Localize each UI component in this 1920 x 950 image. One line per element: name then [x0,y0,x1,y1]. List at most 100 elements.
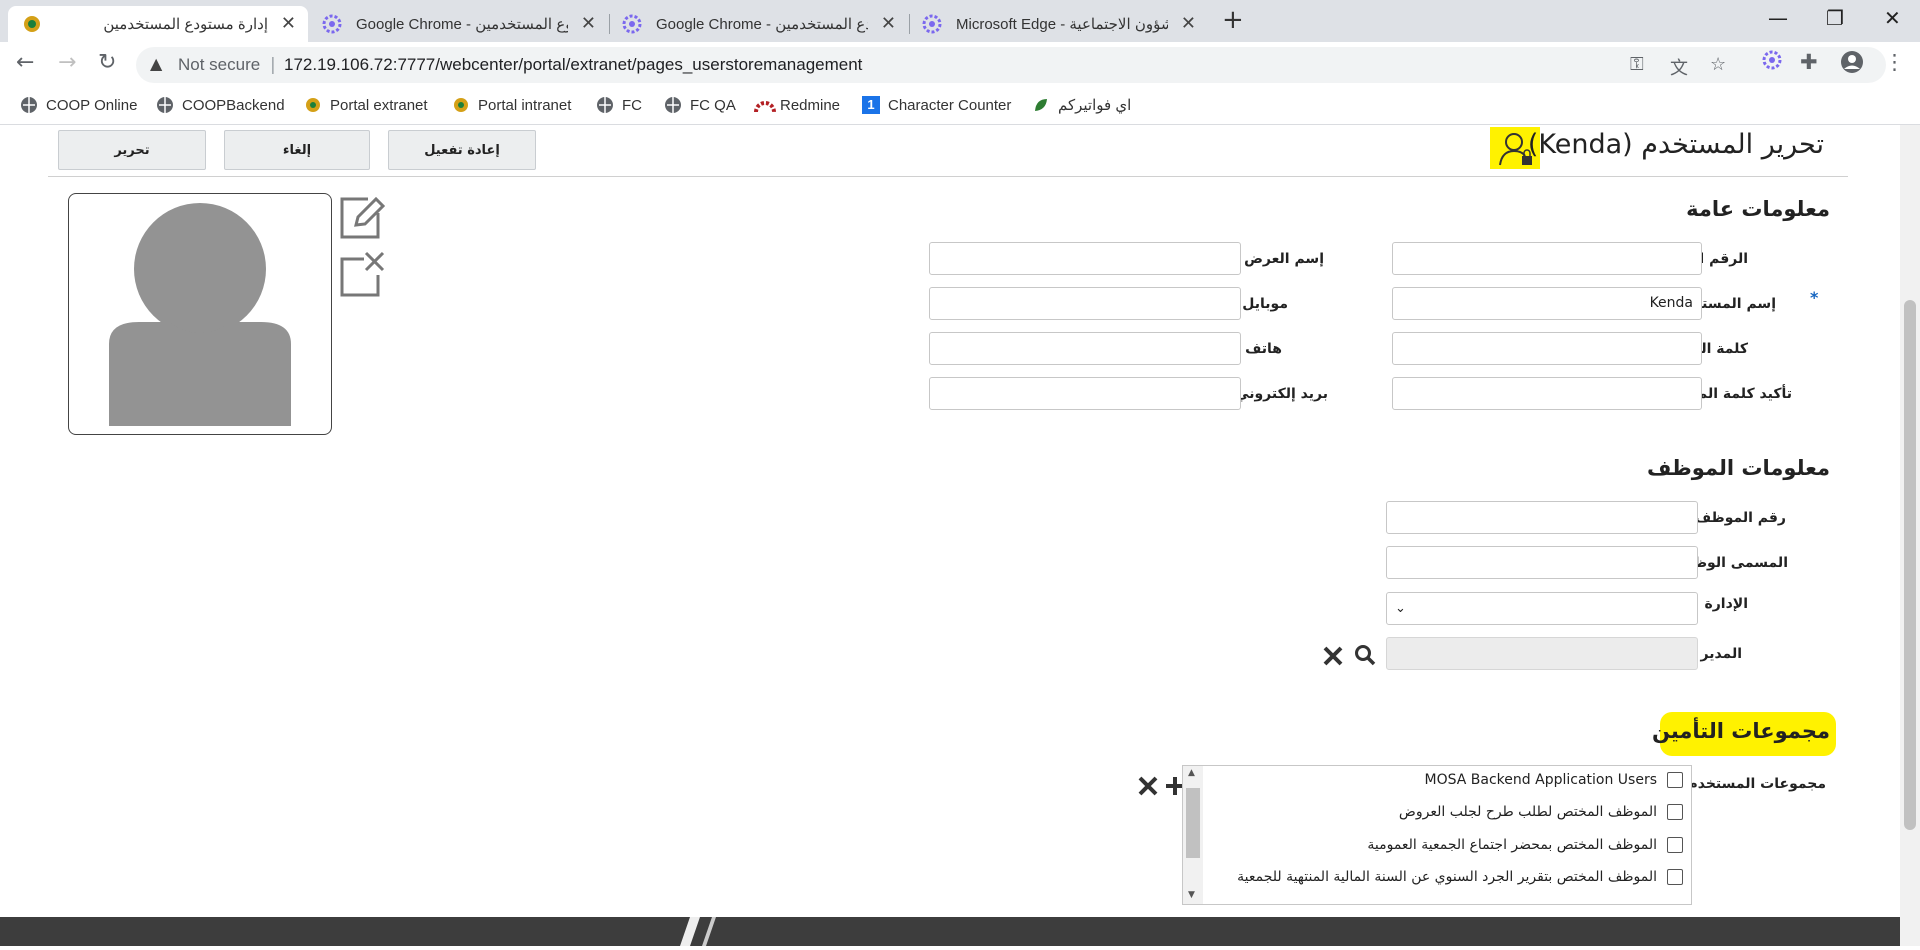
employee-number-label: رقم الموظف [1694,510,1786,526]
confirm-password-input[interactable] [1392,377,1702,410]
department-label: الإدارة [1704,596,1748,612]
bookmark-character-counter[interactable]: 1 Character Counter [862,96,1011,114]
group-checkbox[interactable] [1667,772,1683,788]
bookmark-my-invoices[interactable]: اي فواتيركم [1032,96,1131,114]
display-name-input[interactable] [929,242,1241,275]
bookmark-fc-qa[interactable]: FC QA [664,96,736,114]
remove-group-icon[interactable] [1137,775,1159,801]
group-label: الموظف المختص بتقرير الجرد السنوي عن الس… [1237,869,1657,885]
employee-number-input[interactable] [1386,501,1698,534]
kuwait-emblem-icon [22,14,42,34]
reload-icon[interactable]: ↻ [98,50,116,75]
group-label: الموظف المختص بمحضر اجتماع الجمعية العمو… [1367,837,1657,853]
scroll-up-arrow-icon[interactable]: ▲ [1188,768,1195,778]
edit-button[interactable]: تحرير [58,130,206,170]
password-input[interactable] [1392,332,1702,365]
list-item[interactable]: الموظف المختص بمحضر اجتماع الجمعية العمو… [1367,837,1683,853]
back-icon[interactable]: ← [16,50,34,75]
browser-toolbar: ← → ↻ ▲ Not secure | 172.19.106.72:7777/… [0,42,1920,88]
tab-title: Microsoft Edge - شؤون الاجتماعية [956,16,1168,33]
tab-chrome-1[interactable]: Google Chrome - وع المستخدمين ✕ [308,6,608,42]
edit-photo-icon[interactable] [338,195,386,245]
page-content: تحرير إلغاء إعادة تفعيل تحرير المستخدم (… [0,125,1900,946]
gear-flower-icon [622,14,642,34]
star-icon[interactable]: ☆ [1710,54,1726,75]
default-avatar-icon [109,203,291,426]
group-checkbox[interactable] [1667,869,1683,885]
address-bar[interactable]: ▲ Not secure | 172.19.106.72:7777/webcen… [136,47,1886,83]
bookmark-label: Portal intranet [478,96,572,114]
translate-icon[interactable]: 文 [1670,54,1688,80]
new-tab-button[interactable]: + [1222,5,1244,35]
bookmarks-bar: COOP Online COOPBackend Portal extranet … [0,88,1920,125]
close-tab-icon[interactable]: ✕ [281,13,296,34]
list-scrollbar[interactable]: ▲ ▼ [1183,766,1203,904]
civil-id-input[interactable] [1392,242,1702,275]
tab-title: Google Chrome - وع المستخدمين [356,16,568,33]
redmine-icon [754,96,776,114]
divider [48,176,1848,177]
puzzle-extensions-icon[interactable]: ✚ [1800,50,1818,74]
close-tab-icon[interactable]: ✕ [881,13,896,34]
bookmark-fc[interactable]: FC [596,96,642,114]
bookmark-label: اي فواتيركم [1058,97,1132,114]
close-tab-icon[interactable]: ✕ [581,13,596,34]
bookmark-portal-intranet[interactable]: Portal intranet [452,96,571,114]
job-title-input[interactable] [1386,546,1698,579]
bookmark-coop-online[interactable]: COOP Online [20,96,137,114]
key-icon[interactable]: ⚿ [1630,54,1644,75]
close-window-icon[interactable]: ✕ [1884,6,1901,30]
bookmark-label: Redmine [780,96,841,114]
forward-icon[interactable]: → [58,50,76,75]
list-item[interactable]: MOSA Backend Application Users [1425,772,1683,788]
user-groups-label: مجموعات المستخدم [1687,776,1826,792]
clear-manager-icon[interactable] [1322,645,1344,671]
scroll-thumb[interactable] [1904,300,1916,830]
mobile-input[interactable] [929,287,1241,320]
gear-flower-icon [322,14,342,34]
bookmark-label: Portal extranet [330,96,428,114]
character-counter-icon: 1 [862,96,880,114]
search-icon[interactable] [1353,643,1377,671]
department-select[interactable]: ⌄ [1386,592,1698,625]
bookmark-label: FC [622,96,642,114]
required-asterisk: * [1810,288,1819,307]
profile-avatar-icon[interactable] [1840,50,1864,79]
menu-kebab-icon[interactable]: ⋮ [1884,50,1905,74]
manager-label: المدير [1700,646,1743,662]
tab-edge[interactable]: Microsoft Edge - شؤون الاجتماعية ✕ [908,6,1208,42]
list-item[interactable]: الموظف المختص بتقرير الجرد السنوي عن الس… [1237,869,1683,885]
display-name-label: إسم العرض [1244,251,1324,267]
page-scrollbar[interactable] [1900,125,1920,946]
email-input[interactable] [929,377,1241,410]
group-checkbox[interactable] [1667,804,1683,820]
scroll-down-arrow-icon[interactable]: ▼ [1188,890,1195,900]
globe-icon [156,96,174,114]
url-text[interactable]: 172.19.106.72:7777/webcenter/portal/extr… [284,55,862,75]
globe-icon [664,96,682,114]
bookmark-coopbackend[interactable]: COOPBackend [156,96,285,114]
scroll-thumb[interactable] [1186,788,1200,858]
minimize-icon[interactable]: — [1768,6,1788,30]
kuwait-emblem-icon [304,96,322,114]
phone-input[interactable] [929,332,1241,365]
list-item[interactable]: الموظف المختص لطلب طرح لجلب العروض [1399,804,1683,820]
username-input[interactable]: Kenda [1392,287,1702,320]
close-tab-icon[interactable]: ✕ [1181,13,1196,34]
cancel-button[interactable]: إلغاء [224,130,370,170]
security-groups-heading: مجموعات التأمين [1651,719,1830,743]
extension-flower-icon[interactable] [1762,50,1782,75]
profile-photo [68,193,332,435]
bookmark-redmine[interactable]: Redmine [754,96,840,114]
bookmark-portal-extranet[interactable]: Portal extranet [304,96,428,114]
restore-icon[interactable]: ❐ [1826,6,1844,30]
group-checkbox[interactable] [1667,837,1683,853]
bookmark-label: FC QA [690,96,736,114]
mobile-label: موبايل [1242,296,1288,312]
remove-photo-icon[interactable] [338,249,386,303]
tab-user-store[interactable]: إدارة مستودع المستخدمين ✕ [8,6,308,42]
divider: | [270,55,276,75]
reactivate-button[interactable]: إعادة تفعيل [388,130,536,170]
tab-chrome-2[interactable]: Google Chrome - دع المستخدمين ✕ [608,6,908,42]
user-groups-list[interactable]: ▲ ▼ MOSA Backend Application Users الموظ… [1182,765,1692,905]
